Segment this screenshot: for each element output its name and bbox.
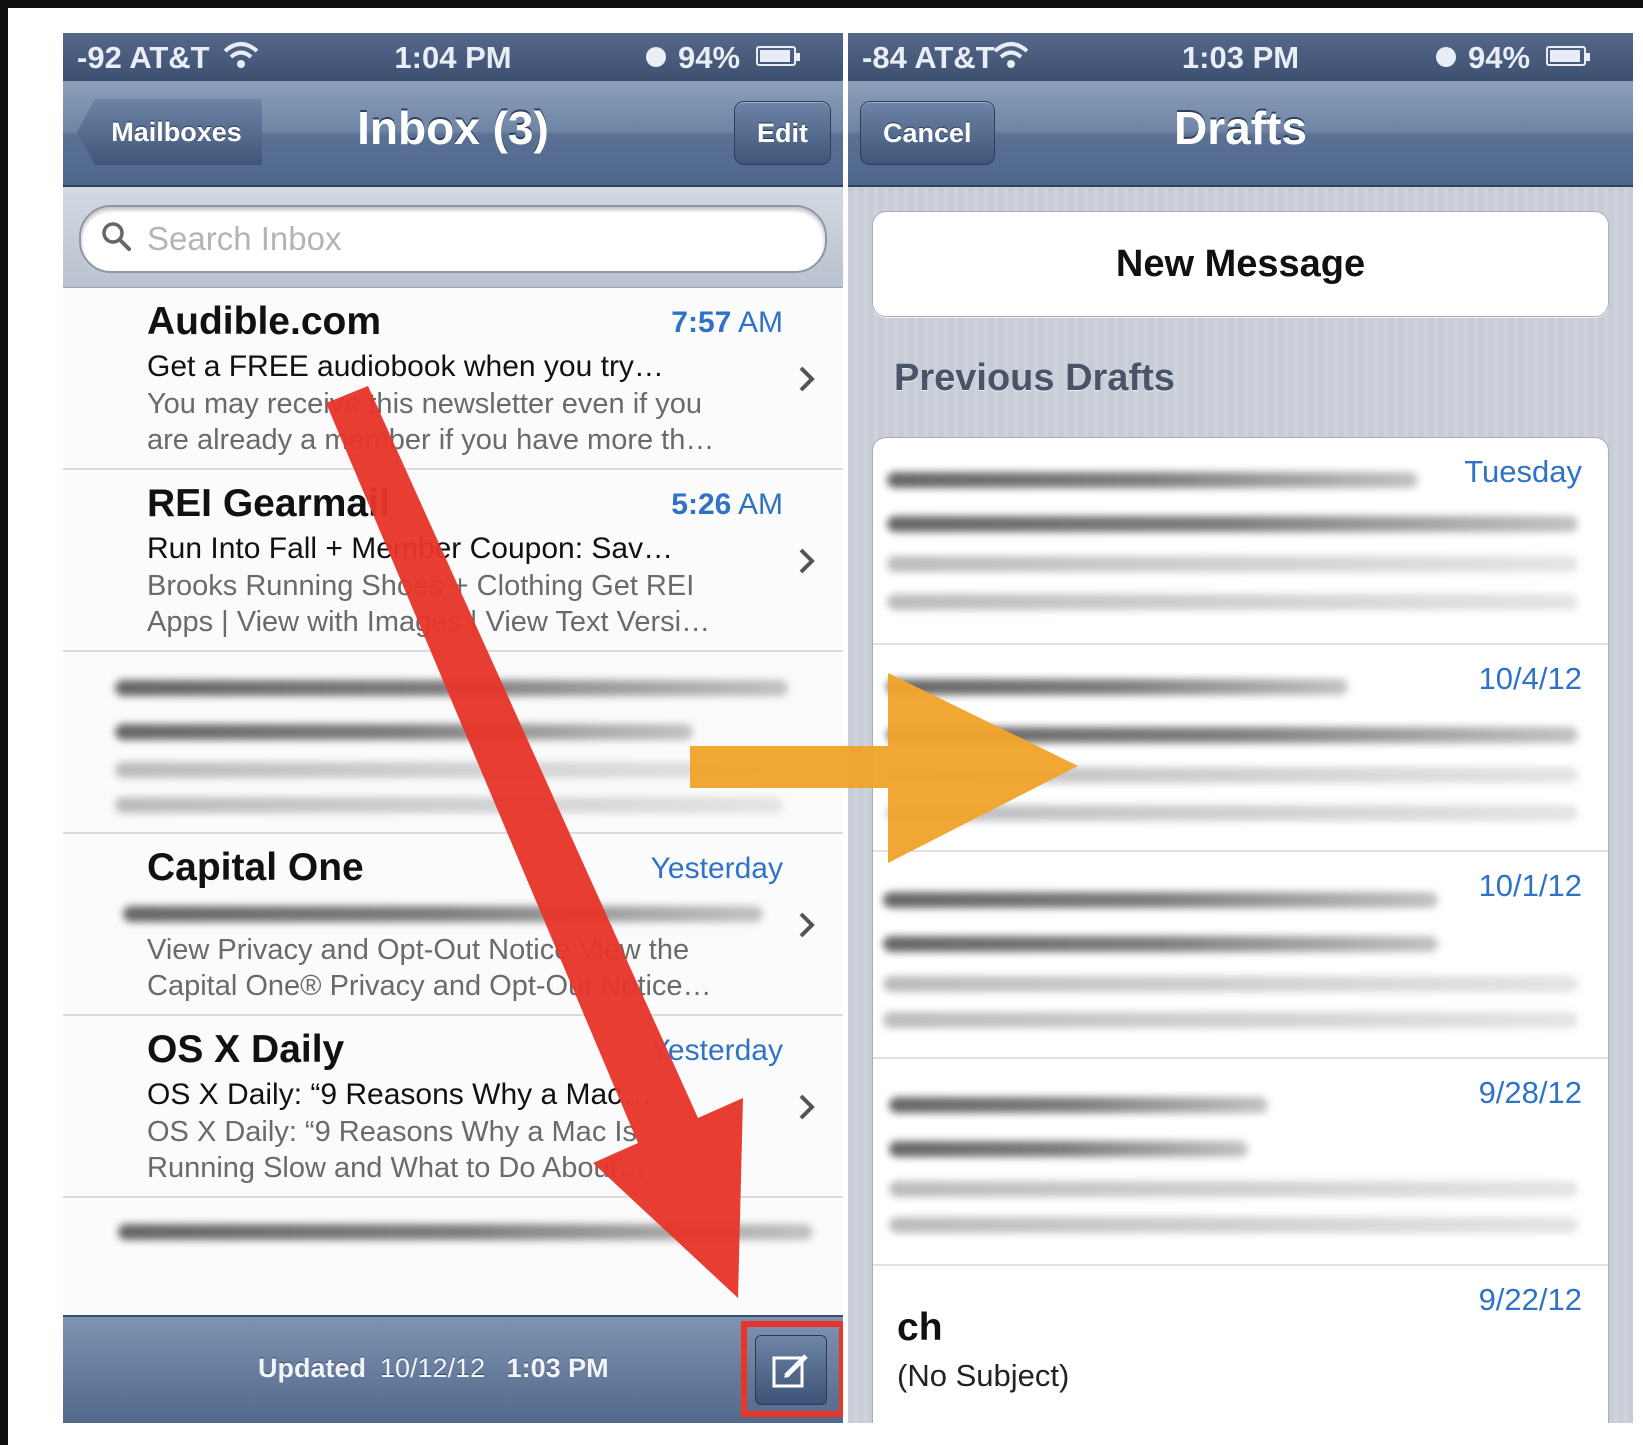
redacted-line bbox=[889, 1097, 1268, 1113]
message-time: Yesterday bbox=[650, 852, 783, 885]
status-bar: -84 AT&T 1:03 PM 94% bbox=[848, 33, 1633, 81]
message-row-audible[interactable]: Audible.com 7:57 AM Get a FREE audiobook… bbox=[63, 288, 843, 470]
chevron-right-icon bbox=[799, 548, 815, 574]
message-sender: REI Gearmail bbox=[147, 482, 390, 525]
bottom-toolbar: Updated 10/12/12 1:03 PM bbox=[63, 1315, 843, 1423]
message-sender: Capital One bbox=[147, 846, 364, 889]
redacted-line bbox=[115, 724, 693, 740]
chevron-right-icon bbox=[799, 366, 815, 392]
chevron-right-icon bbox=[799, 1094, 815, 1120]
search-field[interactable] bbox=[79, 205, 827, 273]
message-time: 5:26 AM bbox=[671, 488, 783, 521]
redacted-line bbox=[883, 1012, 1578, 1028]
nav-bar: Mailboxes Inbox (3) Edit bbox=[63, 81, 843, 187]
redacted-line bbox=[887, 516, 1578, 532]
battery-icon bbox=[1546, 46, 1590, 66]
drafts-list: Tuesday 10/4/12 10/1/12 9/28/12 9/22/12 … bbox=[872, 437, 1609, 1423]
redacted-line bbox=[123, 906, 763, 922]
page-title: Inbox (3) bbox=[357, 102, 549, 154]
section-header: Previous Drafts bbox=[894, 357, 1175, 399]
redacted-line bbox=[883, 892, 1438, 908]
draft-date: 9/22/12 bbox=[1478, 1282, 1582, 1317]
message-time: 7:57 AM bbox=[671, 306, 783, 339]
draft-row[interactable]: 9/22/12 ch (No Subject) bbox=[873, 1266, 1608, 1423]
alarm-icon bbox=[646, 47, 666, 67]
draft-subject: (No Subject) bbox=[897, 1358, 1070, 1393]
redacted-line bbox=[889, 1217, 1578, 1233]
message-time: Yesterday bbox=[650, 1034, 783, 1067]
redacted-line bbox=[887, 594, 1578, 610]
redacted-line bbox=[115, 680, 788, 696]
redacted-line bbox=[889, 1181, 1578, 1197]
battery-percent: 94% bbox=[678, 40, 741, 75]
message-preview: are already a member if you have more th… bbox=[147, 424, 715, 456]
updated-status: Updated 10/12/12 1:03 PM bbox=[258, 1353, 609, 1383]
message-row-partial[interactable] bbox=[63, 1198, 843, 1258]
draft-row[interactable]: 10/1/12 bbox=[873, 852, 1608, 1059]
battery-percent: 94% bbox=[1468, 40, 1531, 75]
message-preview: Running Slow and What to Do About… bbox=[147, 1152, 647, 1184]
message-preview: You may receive this newsletter even if … bbox=[147, 388, 703, 420]
draft-date: 9/28/12 bbox=[1478, 1075, 1582, 1110]
battery-icon bbox=[756, 46, 800, 66]
page-title: Drafts bbox=[1174, 102, 1307, 154]
draft-recipient: ch bbox=[897, 1306, 943, 1349]
message-subject: Get a FREE audiobook when you try… bbox=[147, 350, 664, 383]
alarm-icon bbox=[1436, 47, 1456, 67]
redacted-line bbox=[887, 679, 1348, 695]
message-preview: Capital One® Privacy and Opt-Out Notice… bbox=[147, 970, 712, 1002]
message-list: Audible.com 7:57 AM Get a FREE audiobook… bbox=[63, 288, 843, 1258]
message-subject: OS X Daily: “9 Reasons Why a Mac… bbox=[147, 1078, 653, 1111]
search-bar bbox=[63, 187, 843, 288]
draft-row[interactable]: Tuesday bbox=[873, 438, 1608, 645]
message-sender: OS X Daily bbox=[147, 1028, 345, 1071]
search-icon bbox=[102, 222, 131, 251]
message-subject: Run Into Fall + Member Coupon: Sav… bbox=[147, 532, 674, 565]
redacted-line bbox=[883, 976, 1578, 992]
message-row-osx-daily[interactable]: OS X Daily Yesterday OS X Daily: “9 Reas… bbox=[63, 1016, 843, 1198]
compose-highlight-box bbox=[741, 1321, 843, 1417]
redacted-line bbox=[887, 472, 1418, 488]
redacted-line bbox=[883, 936, 1438, 952]
redacted-line bbox=[115, 797, 783, 813]
draft-date: 10/4/12 bbox=[1478, 661, 1582, 696]
draft-date: Tuesday bbox=[1464, 454, 1582, 489]
redacted-line bbox=[887, 805, 1578, 821]
status-bar: -92 AT&T 1:04 PM 94% bbox=[63, 33, 843, 81]
chevron-right-icon bbox=[799, 912, 815, 938]
search-input[interactable] bbox=[145, 219, 805, 259]
screenshot-card: -92 AT&T 1:04 PM 94% Mailboxes Inbox (3)… bbox=[8, 8, 1643, 1445]
inbox-screen: -92 AT&T 1:04 PM 94% Mailboxes Inbox (3)… bbox=[63, 33, 843, 1423]
message-preview: View Privacy and Opt-Out Notice View the bbox=[147, 934, 690, 966]
message-preview: Brooks Running Shoes + Clothing Get REI bbox=[147, 570, 695, 602]
edit-button[interactable]: Edit bbox=[734, 101, 831, 165]
draft-row[interactable]: 9/28/12 bbox=[873, 1059, 1608, 1266]
message-row-capital-one[interactable]: Capital One Yesterday View Privacy and O… bbox=[63, 834, 843, 1016]
redacted-line bbox=[887, 727, 1578, 743]
redacted-line bbox=[887, 556, 1578, 572]
redacted-line bbox=[118, 1224, 813, 1240]
message-preview: Apps | View with Images | View Text Vers… bbox=[147, 606, 711, 638]
redacted-line bbox=[889, 1141, 1248, 1157]
message-preview: OS X Daily: “9 Reasons Why a Mac Is bbox=[147, 1116, 637, 1148]
redacted-line bbox=[887, 767, 1578, 783]
draft-date: 10/1/12 bbox=[1478, 868, 1582, 903]
redacted-line bbox=[115, 762, 783, 778]
message-row-rei[interactable]: REI Gearmail 5:26 AM Run Into Fall + Mem… bbox=[63, 470, 843, 652]
message-row-redacted[interactable] bbox=[63, 652, 843, 834]
nav-bar: Cancel Drafts bbox=[848, 81, 1633, 187]
new-message-button[interactable]: New Message bbox=[872, 211, 1609, 317]
message-sender: Audible.com bbox=[147, 300, 382, 343]
drafts-screen: -84 AT&T 1:03 PM 94% Cancel Drafts New M… bbox=[848, 33, 1633, 1423]
draft-row[interactable]: 10/4/12 bbox=[873, 645, 1608, 852]
